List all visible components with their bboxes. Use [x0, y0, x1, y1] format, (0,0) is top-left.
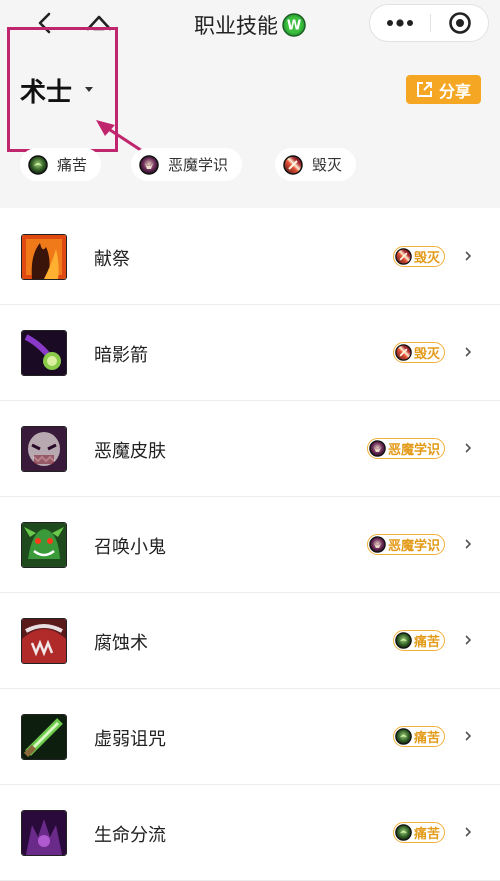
skill-name: 腐蚀术	[94, 633, 148, 654]
spec-chip-label: 恶魔学识	[168, 156, 229, 174]
spec-tag: 恶魔学识	[366, 438, 445, 459]
chevron-right-icon	[465, 635, 472, 645]
destruction-icon	[283, 154, 303, 175]
shadow-bolt-icon	[21, 330, 67, 376]
skill-name: 虚弱诅咒	[94, 729, 166, 750]
chevron-right-icon	[465, 539, 472, 549]
chevron-right-icon	[465, 347, 472, 357]
close-miniprogram-icon[interactable]	[431, 5, 489, 41]
spec-tag: 毁灭	[392, 246, 445, 267]
destruction-icon	[395, 248, 412, 265]
spec-tag-label: 恶魔学识	[387, 539, 440, 554]
share-icon	[416, 82, 432, 97]
skill-name: 生命分流	[94, 825, 166, 846]
skill-row[interactable]: 召唤小鬼 恶魔学识	[0, 497, 500, 593]
demonology-icon	[139, 154, 159, 175]
chevron-right-icon	[465, 443, 472, 453]
affliction-icon	[28, 154, 48, 175]
skill-row[interactable]: 虚弱诅咒 痛苦	[0, 689, 500, 785]
skill-row[interactable]: 恶魔皮肤 恶魔学识	[0, 401, 500, 497]
share-label: 分享	[438, 81, 471, 101]
spec-tag-label: 痛苦	[413, 731, 440, 746]
chevron-right-icon	[465, 731, 472, 741]
page-title-text: 职业技能	[194, 14, 278, 38]
spec-chip-label: 毁灭	[312, 156, 343, 174]
chevron-right-icon	[465, 827, 472, 837]
demonology-icon	[369, 536, 386, 553]
wow-logo-letter: W	[287, 19, 301, 34]
spec-tag: 恶魔学识	[366, 534, 445, 555]
spec-chip-demonology[interactable]: 恶魔学识	[131, 148, 243, 181]
affliction-icon	[395, 632, 412, 649]
skill-row[interactable]: 暗影箭 毁灭	[0, 305, 500, 401]
skill-name: 暗影箭	[94, 345, 148, 366]
spec-tag-label: 毁灭	[413, 251, 440, 266]
skill-name: 献祭	[94, 249, 130, 270]
life-tap-icon	[21, 810, 67, 856]
spec-tag: 痛苦	[392, 822, 445, 843]
spec-tag-label: 毁灭	[413, 347, 440, 362]
summon-imp-icon	[21, 522, 67, 568]
share-button[interactable]: 分享	[406, 75, 481, 104]
skill-row[interactable]: 生命分流 痛苦	[0, 785, 500, 881]
skill-row[interactable]: 腐蚀术 痛苦	[0, 593, 500, 689]
spec-chip-destruction[interactable]: 毁灭	[275, 148, 357, 181]
spec-tag-label: 痛苦	[413, 635, 440, 650]
spec-tag: 痛苦	[392, 726, 445, 747]
spec-chip-affliction[interactable]: 痛苦	[20, 148, 102, 181]
wow-logo-icon: W	[282, 13, 306, 37]
curse-of-weakness-icon	[21, 714, 67, 760]
chevron-right-icon	[465, 251, 472, 261]
spec-chip-label: 痛苦	[57, 156, 88, 174]
spec-tag: 痛苦	[392, 630, 445, 651]
affliction-icon	[395, 824, 412, 841]
corruption-icon	[21, 618, 67, 664]
skill-name: 恶魔皮肤	[94, 441, 166, 462]
spec-tag-label: 痛苦	[413, 827, 440, 842]
demon-skin-icon	[21, 426, 67, 472]
immolate-icon	[21, 234, 67, 280]
spec-tag-label: 恶魔学识	[387, 443, 440, 458]
demonology-icon	[369, 440, 386, 457]
miniprogram-capsule	[369, 4, 489, 42]
skill-row[interactable]: 献祭 毁灭	[0, 209, 500, 305]
more-icon[interactable]	[370, 5, 430, 41]
spec-tag: 毁灭	[392, 342, 445, 363]
destruction-icon	[395, 344, 412, 361]
affliction-icon	[395, 728, 412, 745]
skill-name: 召唤小鬼	[94, 537, 166, 558]
